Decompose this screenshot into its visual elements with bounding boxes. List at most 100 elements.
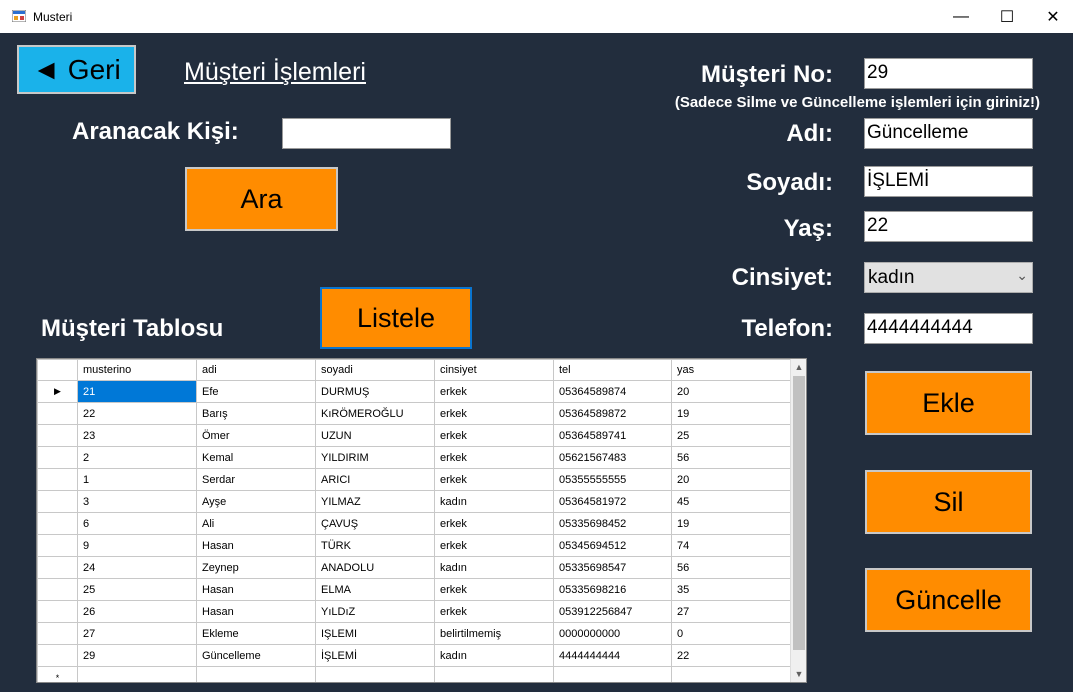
- cell-cinsiyet[interactable]: erkek: [434, 380, 554, 403]
- cell-soyadi[interactable]: ANADOLU: [315, 556, 435, 579]
- cell-musterino[interactable]: 21: [77, 380, 197, 403]
- maximize-button[interactable]: ☐: [984, 0, 1030, 33]
- cell-musterino[interactable]: 1: [77, 468, 197, 491]
- cell-yas[interactable]: 20: [671, 468, 791, 491]
- minimize-button[interactable]: —: [938, 0, 984, 33]
- cell-tel[interactable]: 05335698547: [553, 556, 672, 579]
- update-button[interactable]: Güncelle: [865, 568, 1032, 632]
- column-header-yas[interactable]: yas: [671, 359, 791, 381]
- cell-adi[interactable]: Kemal: [196, 446, 316, 469]
- cell-cinsiyet[interactable]: erkek: [434, 402, 554, 425]
- new-row-cell[interactable]: [553, 666, 672, 682]
- cell-soyadi[interactable]: ÇAVUŞ: [315, 512, 435, 535]
- table-row[interactable]: 1 Serdar ARICI erkek 05355555555 20: [37, 468, 791, 491]
- new-row-cell[interactable]: [196, 666, 316, 682]
- cell-tel[interactable]: 053912256847: [553, 600, 672, 623]
- cell-yas[interactable]: 45: [671, 490, 791, 513]
- cell-soyadi[interactable]: YıLDıZ: [315, 600, 435, 623]
- table-row[interactable]: ▶ 21 Efe DURMUŞ erkek 05364589874 20: [37, 380, 791, 403]
- column-header-adi[interactable]: adi: [196, 359, 316, 381]
- table-row[interactable]: 26 Hasan YıLDıZ erkek 053912256847 27: [37, 600, 791, 623]
- cell-adi[interactable]: Serdar: [196, 468, 316, 491]
- row-header[interactable]: [37, 600, 78, 623]
- row-header[interactable]: [37, 622, 78, 645]
- column-header-soyadi[interactable]: soyadi: [315, 359, 435, 381]
- cell-musterino[interactable]: 2: [77, 446, 197, 469]
- cell-musterino[interactable]: 29: [77, 644, 197, 667]
- cell-tel[interactable]: 05335698216: [553, 578, 672, 601]
- cell-musterino[interactable]: 23: [77, 424, 197, 447]
- column-header-cinsiyet[interactable]: cinsiyet: [434, 359, 554, 381]
- row-header[interactable]: [37, 490, 78, 513]
- table-row[interactable]: 6 Ali ÇAVUŞ erkek 05335698452 19: [37, 512, 791, 535]
- cell-tel[interactable]: 05364589872: [553, 402, 672, 425]
- close-button[interactable]: ✕: [1030, 0, 1073, 33]
- row-header[interactable]: [37, 446, 78, 469]
- cell-soyadi[interactable]: YILDIRIM: [315, 446, 435, 469]
- row-header[interactable]: [37, 512, 78, 535]
- cell-adi[interactable]: Efe: [196, 380, 316, 403]
- cell-adi[interactable]: Barış: [196, 402, 316, 425]
- row-header[interactable]: [37, 468, 78, 491]
- cell-musterino[interactable]: 9: [77, 534, 197, 557]
- cell-soyadi[interactable]: KıRÖMEROĞLU: [315, 402, 435, 425]
- search-button[interactable]: Ara: [185, 167, 338, 231]
- cell-yas[interactable]: 56: [671, 446, 791, 469]
- cell-yas[interactable]: 35: [671, 578, 791, 601]
- cell-yas[interactable]: 20: [671, 380, 791, 403]
- cell-cinsiyet[interactable]: erkek: [434, 424, 554, 447]
- new-row[interactable]: *: [37, 666, 791, 682]
- name-field[interactable]: Güncelleme: [864, 118, 1033, 149]
- cell-adi[interactable]: Hasan: [196, 534, 316, 557]
- column-header-tel[interactable]: tel: [553, 359, 672, 381]
- cell-adi[interactable]: Ömer: [196, 424, 316, 447]
- new-row-cell[interactable]: [315, 666, 435, 682]
- cell-cinsiyet[interactable]: erkek: [434, 512, 554, 535]
- table-row[interactable]: 23 Ömer UZUN erkek 05364589741 25: [37, 424, 791, 447]
- cell-tel[interactable]: 0000000000: [553, 622, 672, 645]
- cell-cinsiyet[interactable]: kadın: [434, 556, 554, 579]
- cell-adi[interactable]: Ayşe: [196, 490, 316, 513]
- cell-yas[interactable]: 22: [671, 644, 791, 667]
- column-header-musterino[interactable]: musterino: [77, 359, 197, 381]
- table-row[interactable]: 27 Ekleme IŞLEMI belirtilmemiş 0000000000 0: [37, 622, 791, 645]
- cell-yas[interactable]: 25: [671, 424, 791, 447]
- cell-cinsiyet[interactable]: erkek: [434, 468, 554, 491]
- cell-yas[interactable]: 27: [671, 600, 791, 623]
- cell-musterino[interactable]: 25: [77, 578, 197, 601]
- scroll-down-icon[interactable]: ▼: [791, 666, 806, 682]
- cell-cinsiyet[interactable]: erkek: [434, 578, 554, 601]
- phone-field[interactable]: 4444444444: [864, 313, 1033, 344]
- cell-soyadi[interactable]: ELMA: [315, 578, 435, 601]
- age-field[interactable]: 22: [864, 211, 1033, 242]
- row-header[interactable]: [37, 402, 78, 425]
- add-button[interactable]: Ekle: [865, 371, 1032, 435]
- cell-adi[interactable]: Zeynep: [196, 556, 316, 579]
- search-input[interactable]: [282, 118, 451, 149]
- cell-tel[interactable]: 4444444444: [553, 644, 672, 667]
- cell-soyadi[interactable]: YILMAZ: [315, 490, 435, 513]
- cell-cinsiyet[interactable]: erkek: [434, 446, 554, 469]
- cell-tel[interactable]: 05355555555: [553, 468, 672, 491]
- cell-cinsiyet[interactable]: erkek: [434, 600, 554, 623]
- cell-musterino[interactable]: 24: [77, 556, 197, 579]
- new-row-cell[interactable]: [77, 666, 197, 682]
- cell-adi[interactable]: Güncelleme: [196, 644, 316, 667]
- cell-musterino[interactable]: 27: [77, 622, 197, 645]
- vertical-scrollbar[interactable]: ▲ ▼: [790, 359, 806, 682]
- gender-select[interactable]: kadın ⌄: [864, 262, 1033, 293]
- cell-soyadi[interactable]: TÜRK: [315, 534, 435, 557]
- cell-soyadi[interactable]: DURMUŞ: [315, 380, 435, 403]
- cell-soyadi[interactable]: UZUN: [315, 424, 435, 447]
- list-button[interactable]: Listele: [320, 287, 472, 349]
- new-row-cell[interactable]: [434, 666, 554, 682]
- row-header[interactable]: [37, 644, 78, 667]
- current-row-indicator-icon[interactable]: ▶: [37, 380, 78, 403]
- row-header[interactable]: [37, 424, 78, 447]
- row-header[interactable]: [37, 556, 78, 579]
- table-row[interactable]: 3 Ayşe YILMAZ kadın 05364581972 45: [37, 490, 791, 513]
- table-row[interactable]: 29 Güncelleme İŞLEMİ kadın 4444444444 22: [37, 644, 791, 667]
- table-row[interactable]: 22 Barış KıRÖMEROĞLU erkek 05364589872 19: [37, 402, 791, 425]
- cell-cinsiyet[interactable]: belirtilmemiş: [434, 622, 554, 645]
- cell-cinsiyet[interactable]: kadın: [434, 490, 554, 513]
